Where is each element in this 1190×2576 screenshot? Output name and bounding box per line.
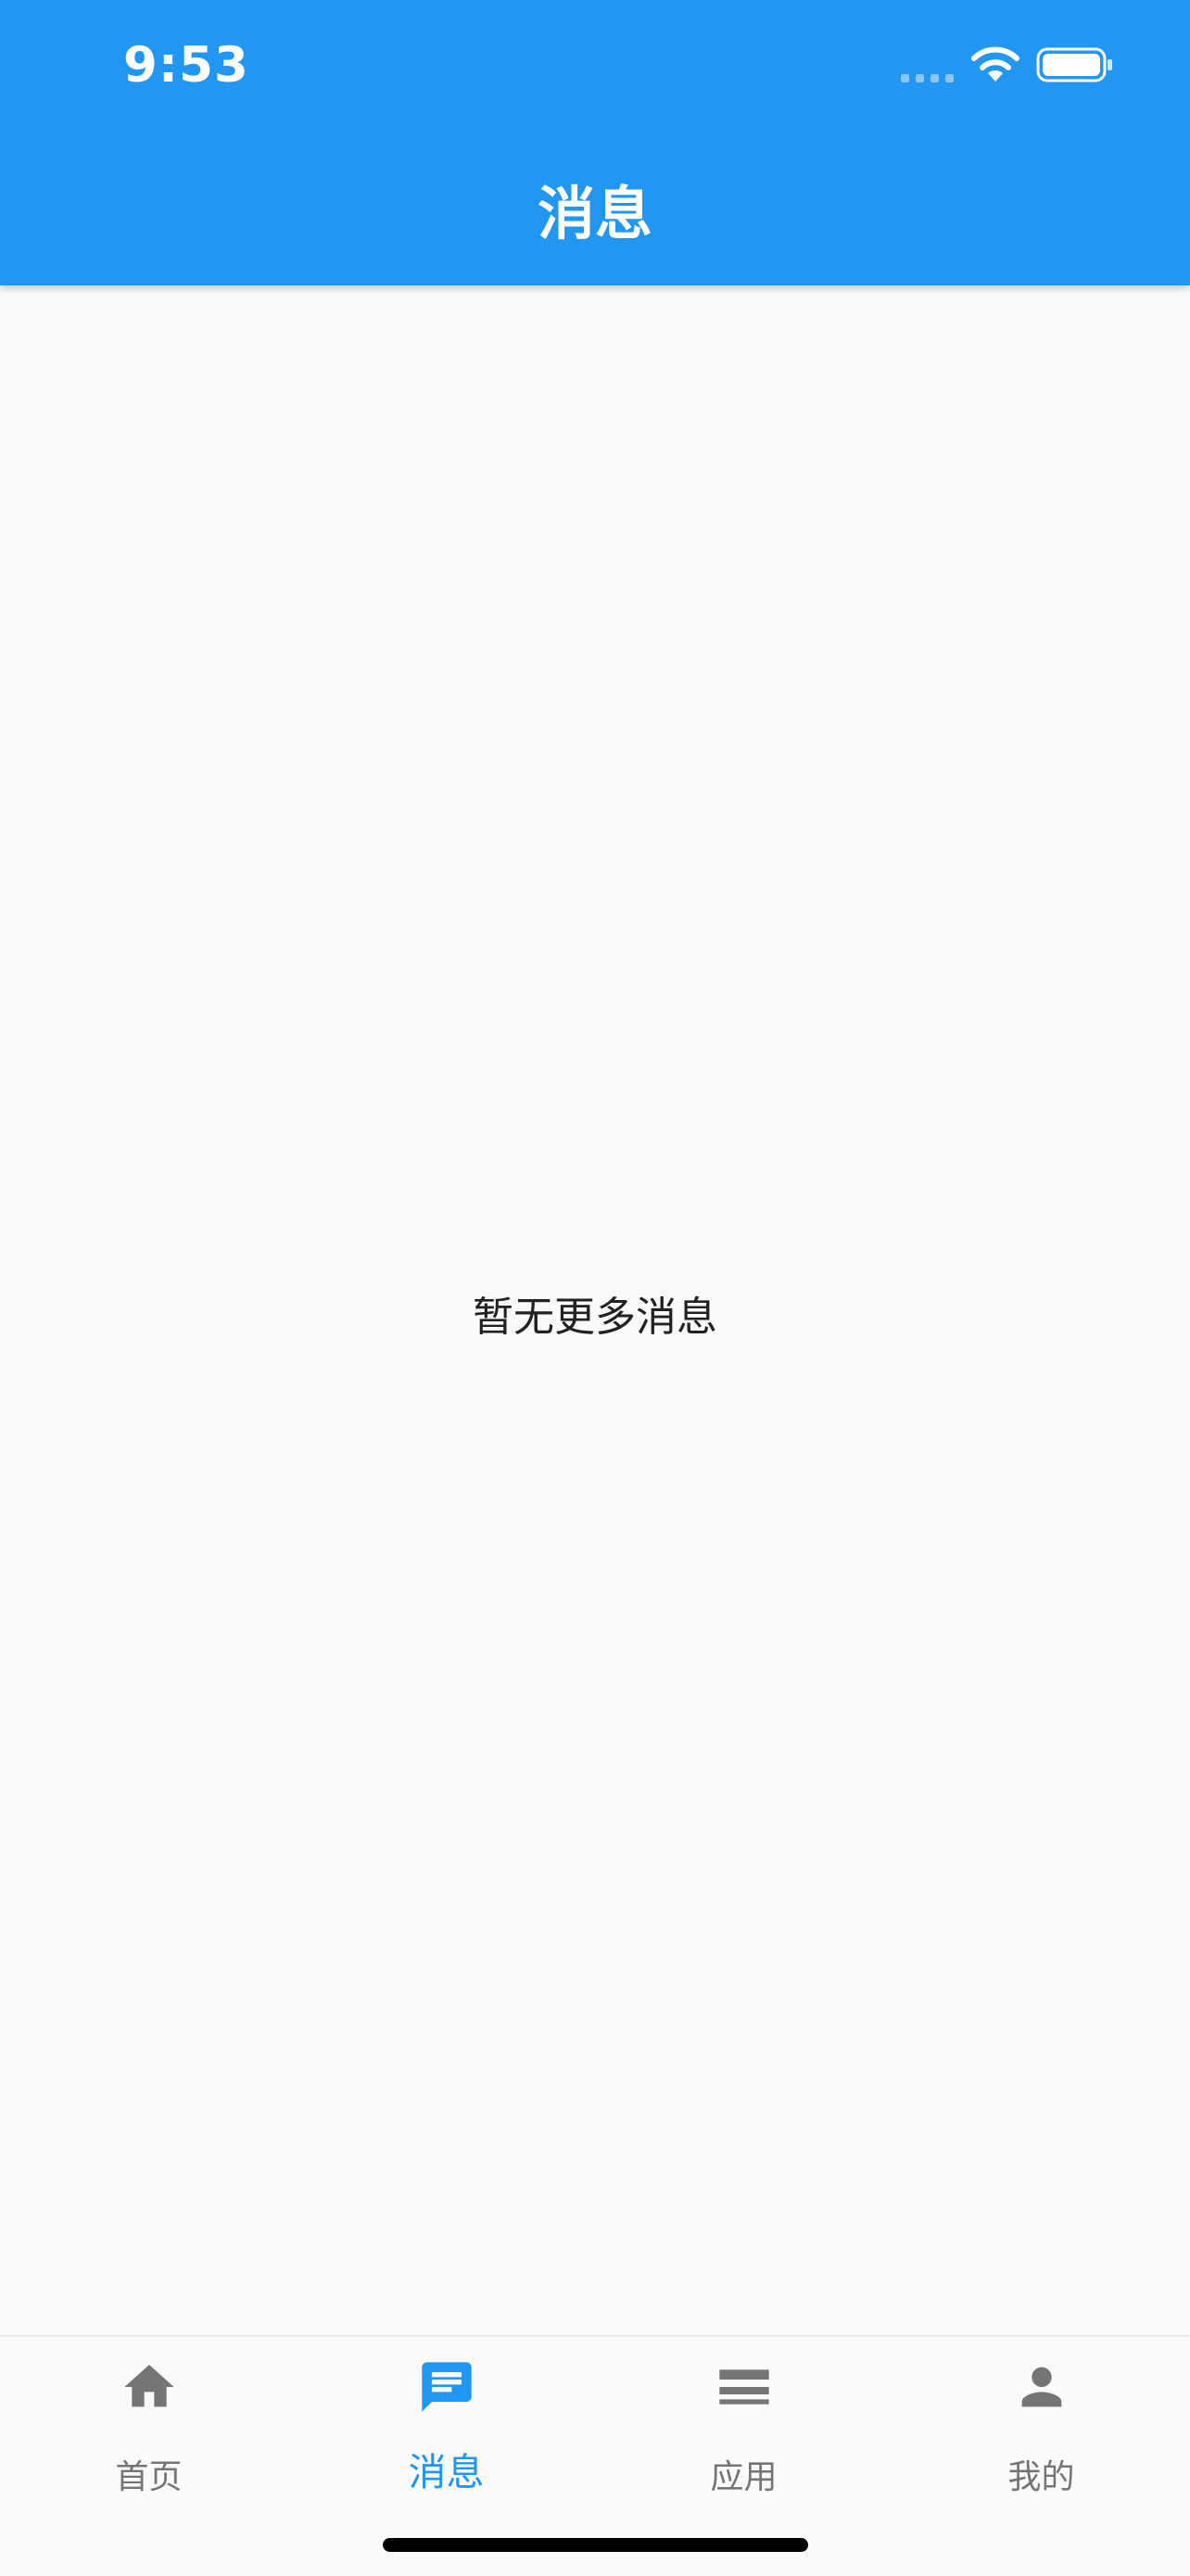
nav-item-profile[interactable]: 我的 [892, 2337, 1190, 2522]
empty-state-text: 暂无更多消息 [473, 1294, 717, 1341]
nav-label-profile: 我的 [1007, 2458, 1075, 2496]
home-icon [123, 2365, 174, 2407]
cellular-signal-icon [901, 74, 956, 83]
nav-label-messages: 消息 [408, 2450, 485, 2494]
page-title: 消息 [537, 180, 652, 247]
battery-icon [1036, 47, 1112, 82]
person-icon [1021, 2367, 1061, 2407]
apps-list-icon [718, 2369, 769, 2405]
home-indicator[interactable] [383, 2538, 808, 2552]
app-bar: 9:53 消息 [0, 0, 1190, 285]
nav-label-apps: 应用 [710, 2458, 778, 2496]
message-icon [421, 2362, 472, 2412]
nav-item-home[interactable]: 首页 [0, 2337, 298, 2522]
nav-item-messages[interactable]: 消息 [298, 2337, 595, 2522]
nav-item-apps[interactable]: 应用 [595, 2337, 892, 2522]
wifi-icon [971, 46, 1019, 82]
status-time: 9:53 [123, 37, 249, 94]
nav-label-home: 首页 [115, 2458, 183, 2496]
